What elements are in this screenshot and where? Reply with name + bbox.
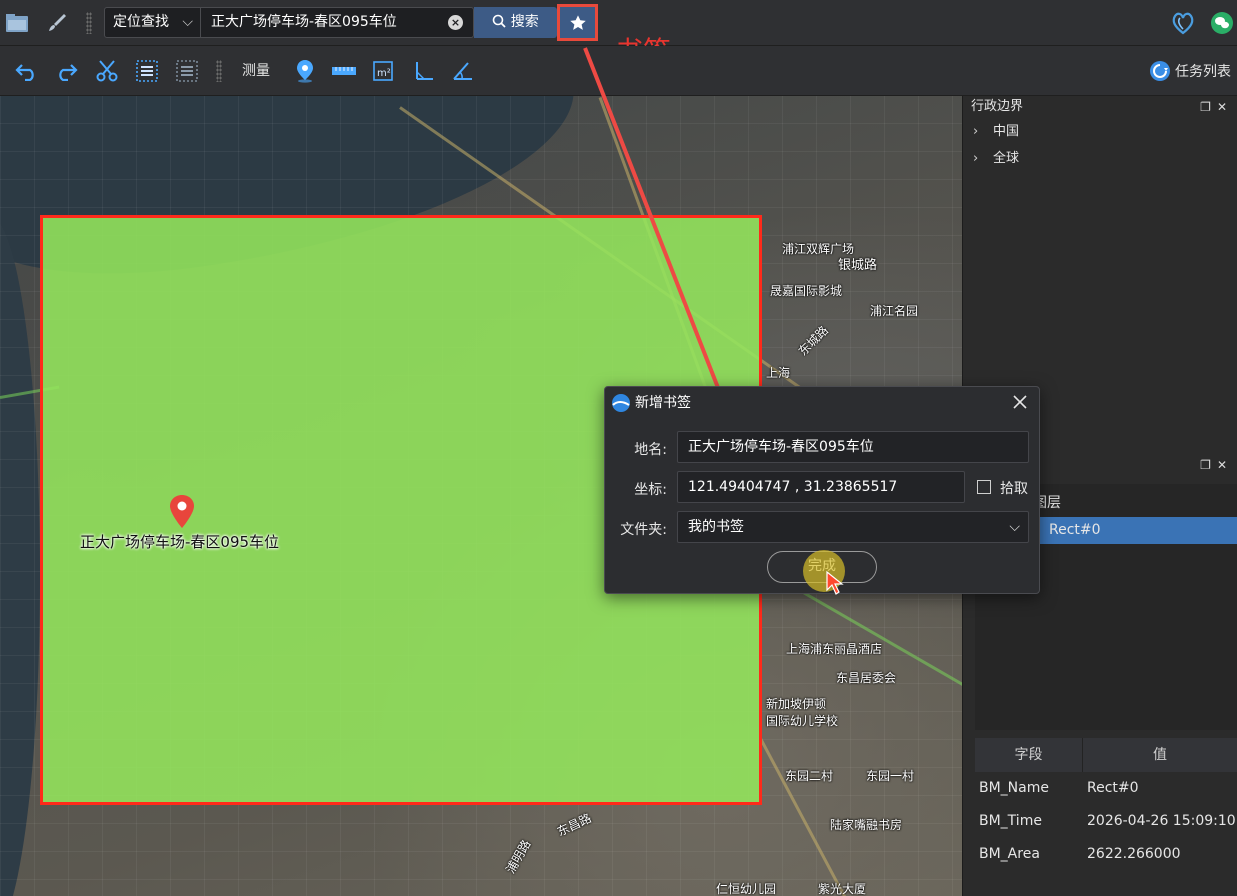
tree-item-china[interactable]: › 中国 [963,118,1237,145]
name-label: 地名: [634,442,667,458]
table-row[interactable]: BM_Time 2026-04-26 15:09:10 [975,805,1237,838]
map-poi: 浦江名园 [870,304,919,318]
table-header: 字段 值 [975,738,1237,772]
top-toolbar: 定位查找 ⌵ 正大广场停车场-春区095车位 × 搜索 书签 [0,0,1237,68]
location-marker-icon[interactable] [168,494,196,530]
edit-toolbar: 测量 m² 任务列表 [0,46,1237,96]
bookmark-button[interactable] [557,4,598,41]
search-button[interactable]: 搜索 [474,7,557,38]
undo-icon[interactable] [14,58,40,84]
redo-icon[interactable] [53,58,79,84]
map-poi: 东园二村 [785,769,834,783]
map-poi: 新加坡伊顿 [766,697,827,711]
coord-field[interactable]: 121.49404747 , 31.23865517 [677,471,965,503]
tree-item-label: 全球 [993,151,1020,166]
map-poi: 国际幼儿学校 [766,714,839,728]
folder-icon[interactable] [4,10,30,36]
task-list-label: 任务列表 [1175,64,1231,80]
list-select-icon[interactable] [174,58,200,84]
measure-label[interactable]: 测量 [242,60,270,80]
panel-tools: ❐✕ [1200,96,1233,118]
map-poi: 晟嘉国际影城 [770,284,843,298]
task-list-button[interactable]: 任务列表 [1149,60,1231,82]
attribute-table: 字段 值 BM_Name Rect#0 BM_Time 2026-04-26 1… [975,738,1237,871]
chevron-down-icon: ⌵ [1009,519,1020,535]
select-all-icon[interactable] [134,58,160,84]
search-box: 定位查找 ⌵ 正大广场停车场-春区095车位 × [104,7,474,38]
chevron-right-icon: › [973,124,979,139]
app-logo-icon[interactable] [1170,10,1196,36]
map-poi: 东园一村 [866,769,915,783]
value-cell: 2026-04-26 15:09:10 [1087,813,1236,829]
add-bookmark-dialog: 新增书签 地名: 正大广场停车场-春区095车位 坐标: 121.4940474… [604,386,1040,595]
area-icon[interactable]: m² [370,58,396,84]
field-cell: BM_Area [979,846,1040,862]
tree-item-global[interactable]: › 全球 [963,145,1237,172]
map-poi: 银城路 [838,258,878,273]
ruler-icon[interactable] [331,58,357,84]
search-mode-select[interactable]: 定位查找 ⌵ [105,8,201,37]
folder-label: 文件夹: [620,522,667,538]
scissors-icon[interactable] [94,58,120,84]
brush-icon[interactable] [44,10,70,36]
restore-icon[interactable]: ❐ [1200,458,1217,472]
map-poi: 东昌居委会 [836,671,897,685]
value-cell: Rect#0 [1087,780,1139,796]
dialog-title: 新增书签 [635,395,691,411]
clear-icon[interactable]: × [448,15,463,30]
marker-label: 正大广场停车场-春区095车位 [80,533,280,551]
pick-checkbox[interactable] [977,480,991,494]
search-icon [492,14,506,28]
panel-title: 行政边界 [971,99,1024,114]
value-cell: 2622.266000 [1087,846,1181,862]
panel-tools: ❐✕ [1200,454,1233,476]
tree-item-label: 中国 [993,124,1020,139]
layer-item-selected[interactable]: Rect#0 [1039,517,1237,544]
close-icon[interactable]: ✕ [1217,100,1233,114]
map-poi: 上海 [766,366,791,380]
location-pin-icon[interactable] [292,58,318,84]
search-input[interactable]: 正大广场停车场-春区095车位 [211,8,397,37]
chevron-down-icon: ⌵ [182,14,193,30]
toolbar-grip [86,12,92,34]
refresh-icon [1150,61,1170,81]
field-cell: BM_Name [979,780,1049,796]
coord-label: 坐标: [634,482,667,498]
column-header: 值 [1083,738,1237,772]
wechat-icon[interactable] [1209,10,1235,36]
restore-icon[interactable]: ❐ [1200,100,1217,114]
folder-select[interactable]: 我的书签 ⌵ [677,511,1029,543]
pick-label: 拾取 [1000,481,1028,497]
star-icon [569,14,586,30]
column-header: 字段 [975,738,1083,772]
svg-text:m²: m² [377,68,391,79]
done-button[interactable]: 完成 [767,551,877,583]
toolbar-separator [216,60,222,82]
map-poi: 上海浦东丽晶酒店 [786,642,883,656]
close-icon[interactable]: ✕ [1217,458,1233,472]
height-icon[interactable] [411,58,437,84]
search-button-label: 搜索 [510,14,539,30]
map-poi: 仁恒幼儿园 [716,882,777,896]
table-row[interactable]: BM_Name Rect#0 [975,772,1237,805]
folder-select-value: 我的书签 [688,519,744,535]
map-poi: 陆家嘴融书房 [830,818,903,832]
close-icon[interactable] [1009,391,1031,413]
chevron-right-icon: › [973,151,979,166]
app-window: 定位查找 ⌵ 正大广场停车场-春区095车位 × 搜索 书签 [0,0,1237,896]
field-cell: BM_Time [979,813,1042,829]
panel-header: 行政边界 ❐✕ [963,96,1237,118]
name-field[interactable]: 正大广场停车场-春区095车位 [677,431,1029,463]
search-mode-label: 定位查找 [113,14,169,30]
map-poi: 紫光大厦 [818,882,867,896]
table-row[interactable]: BM_Area 2622.266000 [975,838,1237,871]
angle-icon[interactable] [450,58,476,84]
